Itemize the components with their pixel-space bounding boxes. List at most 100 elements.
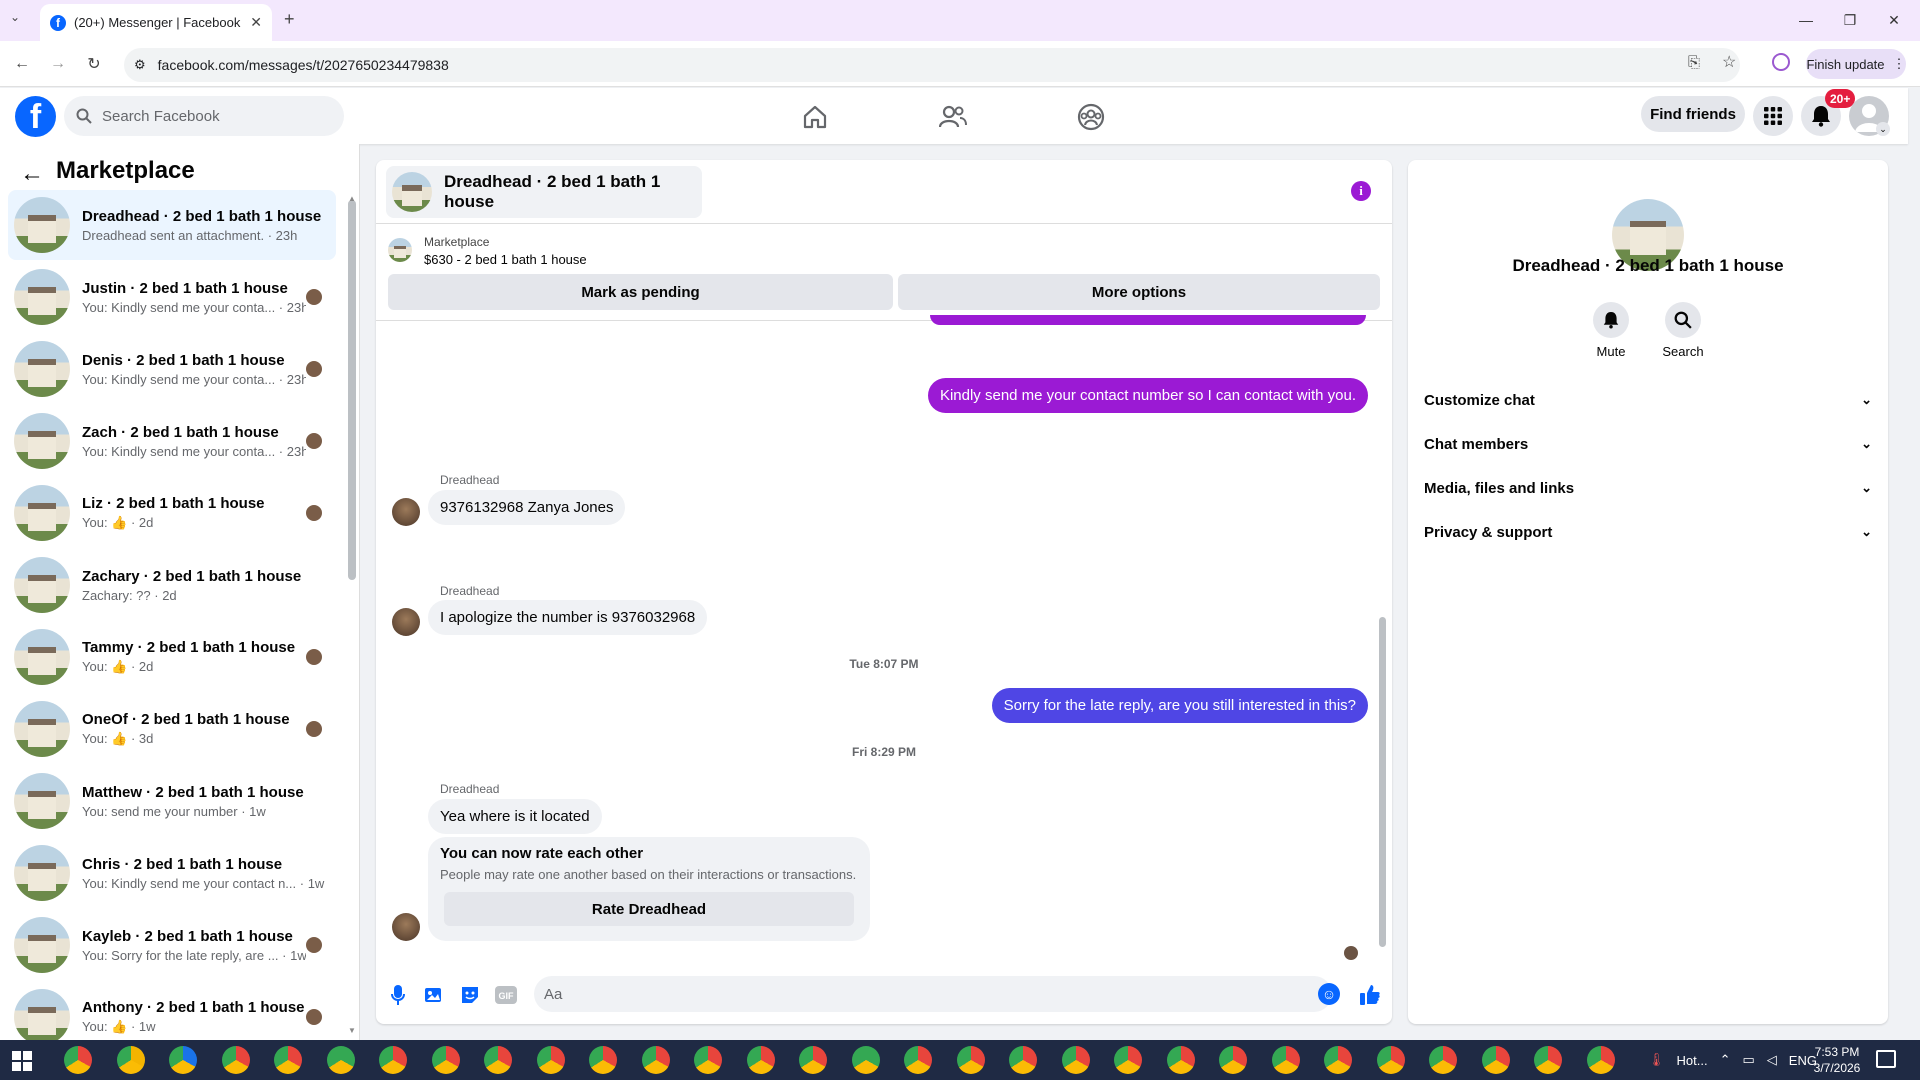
new-tab-icon[interactable]: + [284,9,295,30]
details-section[interactable]: Privacy & support ⌄ [1424,512,1872,552]
taskbar-app-icon[interactable] [799,1046,827,1074]
scroll-down-icon[interactable]: ▼ [348,1026,356,1035]
tray-app-label[interactable]: Hot... [1677,1053,1708,1068]
sticker-icon[interactable] [458,983,482,1007]
account-chevron-icon[interactable]: ⌄ [1876,122,1890,136]
taskbar-app-icon[interactable] [1481,1046,1510,1074]
bookmark-star-icon[interactable]: ☆ [1722,52,1736,72]
taskbar-clock[interactable]: 7:53 PM 3/7/2026 [1804,1044,1870,1076]
facebook-logo-icon[interactable]: f [15,96,56,137]
conversation-item[interactable]: Dreadhead · 2 bed 1 bath 1 house Dreadhea… [8,190,336,260]
menu-grid-icon[interactable] [1753,96,1793,136]
home-icon[interactable] [798,100,832,134]
weather-icon[interactable]: 🌡 [1648,1052,1665,1068]
gif-icon[interactable]: GIF [494,983,518,1007]
rate-dreadhead-button[interactable]: Rate Dreadhead [444,892,854,926]
sender-avatar[interactable] [392,913,420,941]
like-thumbs-up-icon[interactable] [1358,983,1382,1007]
listing-thumbnail[interactable] [388,238,412,262]
chat-scrollbar[interactable] [1379,617,1386,947]
conversation-item[interactable]: Denis · 2 bed 1 bath 1 house You: Kindly … [8,334,336,404]
groups-icon[interactable] [1074,100,1108,134]
conversation-item[interactable]: OneOf · 2 bed 1 bath 1 house You: 👍 · 3d [8,694,336,764]
search-facebook-field[interactable]: Search Facebook [64,96,344,136]
forward-icon[interactable]: → [46,52,70,76]
conversation-item[interactable]: Tammy · 2 bed 1 bath 1 house You: 👍 · 2d [8,622,336,692]
taskbar-app-icon[interactable] [379,1046,407,1074]
sender-avatar[interactable] [392,498,420,526]
taskbar-app-icon[interactable] [1219,1046,1247,1074]
network-icon[interactable]: ▭ [1743,1052,1755,1068]
close-tab-icon[interactable]: ✕ [250,14,262,31]
search-action[interactable]: Search [1653,302,1713,359]
find-friends-button[interactable]: Find friends [1641,96,1745,132]
emoji-icon[interactable]: ☺ [1318,983,1340,1005]
outgoing-message[interactable]: Sorry for the late reply, are you still … [991,688,1368,723]
taskbar-app-icon[interactable] [1271,1046,1300,1074]
incoming-message[interactable]: I apologize the number is 9376032968 [428,600,708,635]
taskbar-app-icon[interactable] [169,1046,197,1074]
minimize-icon[interactable]: — [1786,8,1826,32]
info-icon[interactable]: i [1351,181,1371,201]
taskbar-app-icon[interactable] [64,1046,92,1074]
finish-update-button[interactable]: Finish update ⋮ [1806,49,1906,79]
profile-icon[interactable] [1772,53,1790,71]
windows-start-icon[interactable] [12,1051,32,1071]
conversation-item[interactable]: Matthew · 2 bed 1 bath 1 house You: send … [8,766,336,836]
tab-list-icon[interactable]: ⌄ [10,10,20,24]
taskbar-app-icon[interactable] [746,1046,775,1074]
taskbar-app-icon[interactable] [851,1046,880,1074]
message-input[interactable]: Aa [534,976,1332,1012]
taskbar-app-icon[interactable] [484,1046,512,1074]
outgoing-message[interactable]: Kindly send me your contact number so I … [927,378,1368,413]
taskbar-app-icon[interactable] [589,1046,617,1074]
show-hidden-icons-icon[interactable]: ⌃ [1720,1052,1731,1068]
conversation-item[interactable]: Zachary · 2 bed 1 bath 1 house Zachary: ?… [8,550,336,620]
taskbar-app-icon[interactable] [1166,1046,1195,1074]
taskbar-app-icon[interactable] [1376,1046,1405,1074]
taskbar-app-icon[interactable] [116,1046,145,1074]
volume-icon[interactable]: ◁ [1767,1052,1777,1068]
conversation-item[interactable]: Justin · 2 bed 1 bath 1 house You: Kindly… [8,262,336,332]
taskbar-app-icon[interactable] [326,1046,355,1074]
taskbar-app-icon[interactable] [1061,1046,1090,1074]
taskbar-app-icon[interactable] [694,1046,722,1074]
details-section[interactable]: Customize chat ⌄ [1424,380,1872,420]
details-section[interactable]: Chat members ⌄ [1424,424,1872,464]
omnibox[interactable]: ⚙ facebook.com/messages/t/20276502344798… [124,48,1740,82]
reload-icon[interactable]: ↻ [82,52,106,76]
taskbar-app-icon[interactable] [641,1046,670,1074]
sidebar-scrollbar[interactable] [348,200,356,580]
taskbar-app-icon[interactable] [221,1046,250,1074]
incoming-message[interactable]: Yea where is it located [428,799,602,834]
taskbar-app-icon[interactable] [1586,1046,1615,1074]
conversation-item[interactable]: Chris · 2 bed 1 bath 1 house You: Kindly … [8,838,336,908]
taskbar-app-icon[interactable] [1534,1046,1562,1074]
close-window-icon[interactable]: ✕ [1874,8,1914,32]
browser-tab[interactable]: f (20+) Messenger | Facebook ✕ [40,4,272,41]
chat-header[interactable]: Dreadhead · 2 bed 1 bath 1 house [386,166,702,218]
conversation-item[interactable]: Zach · 2 bed 1 bath 1 house You: Kindly s… [8,406,336,476]
mark-as-pending-button[interactable]: Mark as pending [388,274,893,310]
conversation-item[interactable]: Liz · 2 bed 1 bath 1 house You: 👍 · 2d [8,478,336,548]
taskbar-app-icon[interactable] [904,1046,932,1074]
taskbar-app-icon[interactable] [1429,1046,1457,1074]
taskbar-app-icon[interactable] [956,1046,985,1074]
taskbar-app-icon[interactable] [1114,1046,1142,1074]
mute-action[interactable]: Mute [1581,302,1641,359]
install-app-icon[interactable]: ⎘ [1688,54,1700,71]
details-section[interactable]: Media, files and links ⌄ [1424,468,1872,508]
friends-icon[interactable] [936,100,970,134]
taskbar-app-icon[interactable] [431,1046,460,1074]
taskbar-app-icon[interactable] [274,1046,302,1074]
photo-icon[interactable] [422,983,446,1007]
taskbar-app-icon[interactable] [536,1046,565,1074]
back-icon[interactable]: ← [10,52,34,76]
taskbar-app-icon[interactable] [1324,1046,1352,1074]
listing-price[interactable]: $630 - 2 bed 1 bath 1 house [424,252,587,267]
sender-avatar[interactable] [392,608,420,636]
restore-icon[interactable]: ❐ [1830,8,1870,32]
more-options-button[interactable]: More options [898,274,1380,310]
taskbar-app-icon[interactable] [1009,1046,1037,1074]
microphone-icon[interactable] [386,983,410,1007]
